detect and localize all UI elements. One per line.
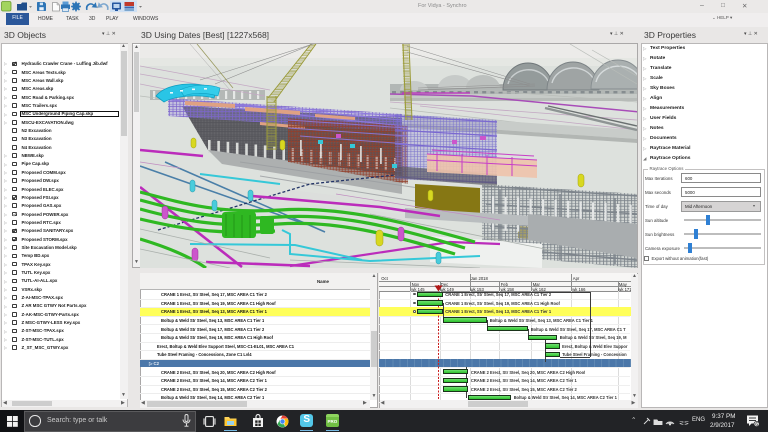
svg-text:6: 6 — [755, 422, 758, 427]
svg-text:⋜⋝: ⋜⋝ — [679, 421, 689, 426]
